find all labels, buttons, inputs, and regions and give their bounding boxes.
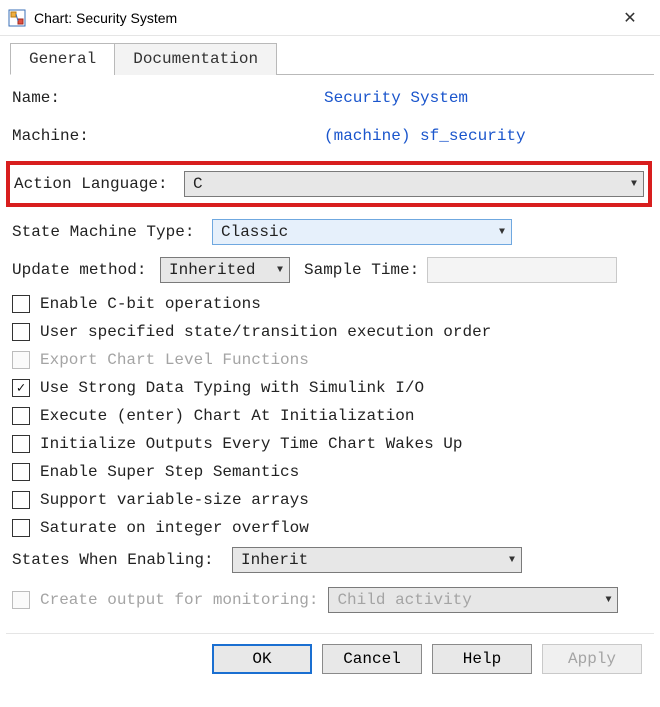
check-label: Execute (enter) Chart At Initialization: [40, 407, 414, 425]
check-export-funcs: Export Chart Level Functions: [12, 351, 648, 369]
check-label: Initialize Outputs Every Time Chart Wake…: [40, 435, 462, 453]
state-machine-type-row: State Machine Type: Classic ▼: [12, 219, 648, 245]
update-method-value: Inherited: [169, 261, 255, 279]
dialog-content: General Documentation Name: Security Sys…: [0, 36, 660, 696]
machine-label: Machine:: [12, 127, 324, 145]
state-machine-type-value: Classic: [221, 223, 288, 241]
chart-app-icon: [8, 9, 26, 27]
states-when-enabling-combo[interactable]: Inherit ▼: [232, 547, 522, 573]
check-exec-init[interactable]: Execute (enter) Chart At Initialization: [12, 407, 648, 425]
update-method-label: Update method:: [12, 261, 160, 279]
check-strong-typing[interactable]: ✓ Use Strong Data Typing with Simulink I…: [12, 379, 648, 397]
check-var-size[interactable]: Support variable-size arrays: [12, 491, 648, 509]
chevron-down-icon: ▼: [499, 227, 505, 238]
update-method-combo[interactable]: Inherited ▼: [160, 257, 290, 283]
check-create-output: Create output for monitoring: Child acti…: [12, 587, 648, 613]
chevron-down-icon: ▼: [605, 595, 611, 606]
update-method-row: Update method: Inherited ▼ Sample Time:: [12, 257, 648, 283]
create-output-label: Create output for monitoring:: [40, 591, 318, 609]
checkbox-icon: [12, 491, 30, 509]
name-row: Name: Security System: [12, 85, 648, 111]
checkbox-icon: [12, 591, 30, 609]
window-title: Chart: Security System: [34, 10, 610, 26]
titlebar: Chart: Security System ✕: [0, 0, 660, 36]
chevron-down-icon: ▼: [631, 179, 637, 190]
apply-button: Apply: [542, 644, 642, 674]
checkbox-icon: [12, 519, 30, 537]
checkbox-icon: [12, 407, 30, 425]
sample-time-label: Sample Time:: [304, 261, 419, 279]
states-when-enabling-label: States When Enabling:: [12, 551, 232, 569]
sample-time-input[interactable]: [427, 257, 617, 283]
state-machine-type-combo[interactable]: Classic ▼: [212, 219, 512, 245]
cancel-button[interactable]: Cancel: [322, 644, 422, 674]
close-icon[interactable]: ✕: [610, 8, 650, 28]
create-output-value: Child activity: [337, 591, 471, 609]
chevron-down-icon: ▼: [277, 265, 283, 276]
name-value[interactable]: Security System: [324, 89, 468, 107]
action-language-combo[interactable]: C ▼: [184, 171, 644, 197]
check-label: Saturate on integer overflow: [40, 519, 309, 537]
checkbox-icon: [12, 463, 30, 481]
action-language-highlight: Action Language: C ▼: [6, 161, 652, 207]
checkbox-icon: [12, 295, 30, 313]
machine-value[interactable]: (machine) sf_security: [324, 127, 526, 145]
state-machine-type-label: State Machine Type:: [12, 223, 212, 241]
tab-documentation[interactable]: Documentation: [114, 43, 277, 75]
checkbox-icon: [12, 323, 30, 341]
check-saturate[interactable]: Saturate on integer overflow: [12, 519, 648, 537]
general-panel: Name: Security System Machine: (machine)…: [6, 75, 654, 629]
action-language-value: C: [193, 175, 203, 193]
states-when-enabling-row: States When Enabling: Inherit ▼: [12, 547, 648, 573]
check-label: Support variable-size arrays: [40, 491, 309, 509]
checkbox-checked-icon: ✓: [12, 379, 30, 397]
check-init-outputs[interactable]: Initialize Outputs Every Time Chart Wake…: [12, 435, 648, 453]
check-super-step[interactable]: Enable Super Step Semantics: [12, 463, 648, 481]
name-label: Name:: [12, 89, 324, 107]
checkbox-icon: [12, 435, 30, 453]
check-label: Enable C-bit operations: [40, 295, 261, 313]
tab-general[interactable]: General: [10, 43, 115, 75]
check-user-specified[interactable]: User specified state/transition executio…: [12, 323, 648, 341]
chevron-down-icon: ▼: [509, 555, 515, 566]
ok-button[interactable]: OK: [212, 644, 312, 674]
checkbox-icon: [12, 351, 30, 369]
create-output-combo: Child activity ▼: [328, 587, 618, 613]
check-label: Export Chart Level Functions: [40, 351, 309, 369]
action-language-label: Action Language:: [14, 175, 184, 193]
machine-row: Machine: (machine) sf_security: [12, 123, 648, 149]
check-label: Enable Super Step Semantics: [40, 463, 299, 481]
check-label: User specified state/transition executio…: [40, 323, 491, 341]
help-button[interactable]: Help: [432, 644, 532, 674]
tab-bar: General Documentation: [10, 42, 654, 75]
check-enable-cbit[interactable]: Enable C-bit operations: [12, 295, 648, 313]
dialog-footer: OK Cancel Help Apply: [6, 633, 654, 686]
check-label: Use Strong Data Typing with Simulink I/O: [40, 379, 424, 397]
states-when-enabling-value: Inherit: [241, 551, 308, 569]
